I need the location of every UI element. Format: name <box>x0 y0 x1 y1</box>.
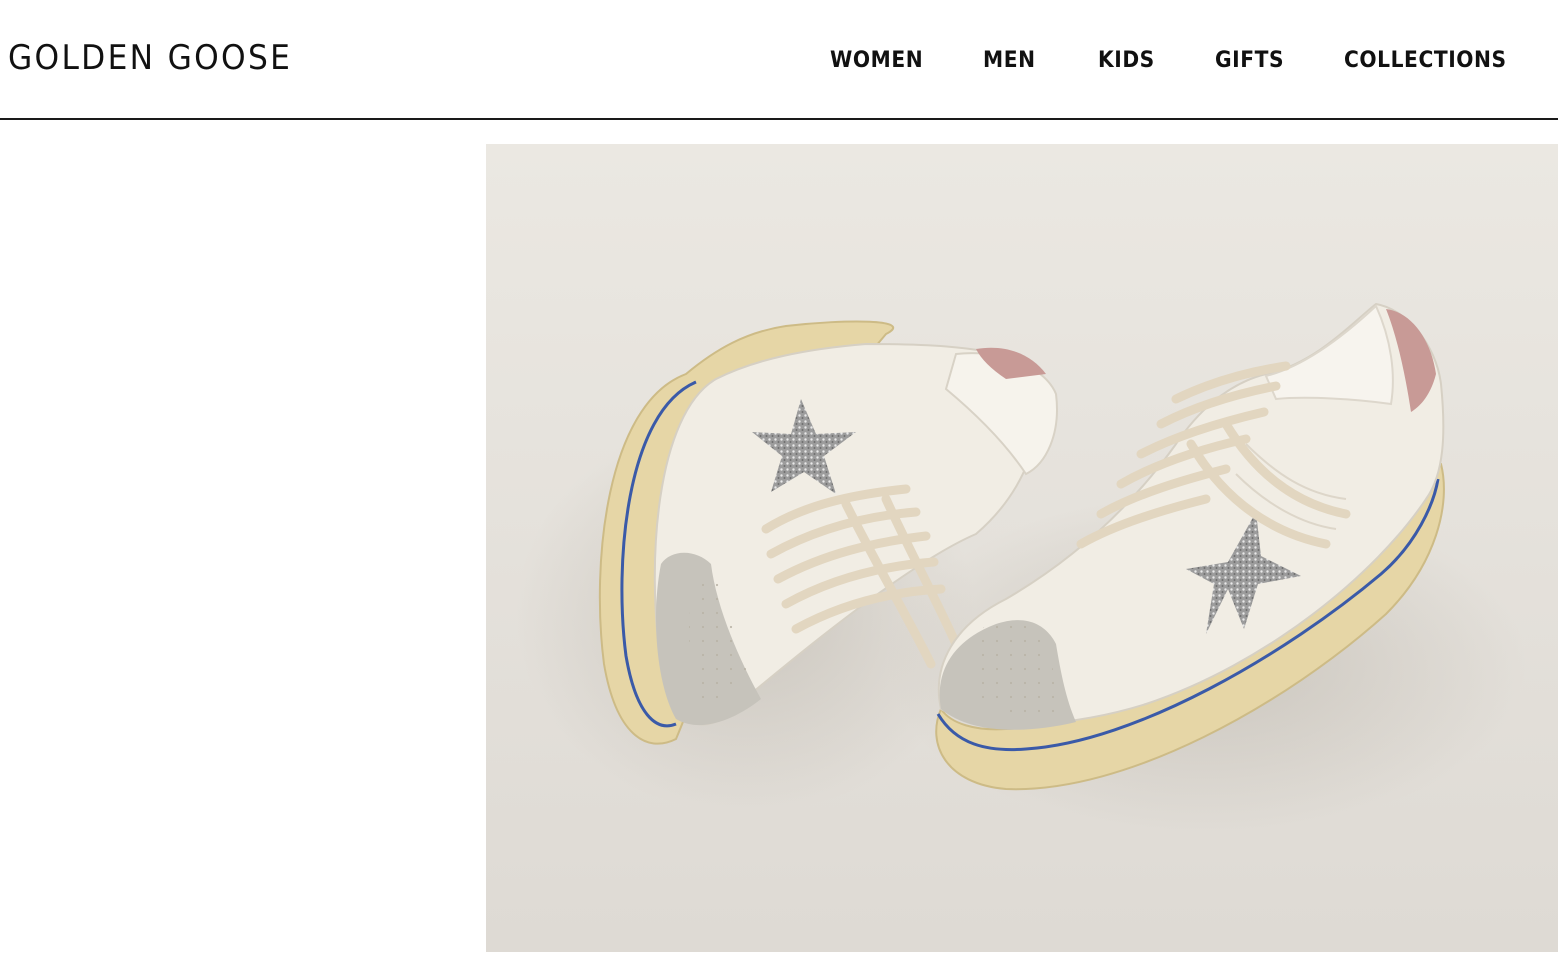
nav-item-men[interactable]: MEN <box>983 48 1036 73</box>
nav-item-gifts[interactable]: GIFTS <box>1215 48 1284 73</box>
main-nav: WOMEN MEN KIDS GIFTS COLLECTIONS <box>0 48 1558 82</box>
nav-item-kids[interactable]: KIDS <box>1098 48 1155 73</box>
nav-item-collections[interactable]: COLLECTIONS <box>1344 48 1507 73</box>
hero-product-image[interactable] <box>486 144 1558 952</box>
site-header: GOLDEN GOOSE WOMEN MEN KIDS GIFTS COLLEC… <box>0 0 1558 120</box>
sneakers-illustration <box>486 144 1558 952</box>
nav-item-women[interactable]: WOMEN <box>830 48 923 73</box>
